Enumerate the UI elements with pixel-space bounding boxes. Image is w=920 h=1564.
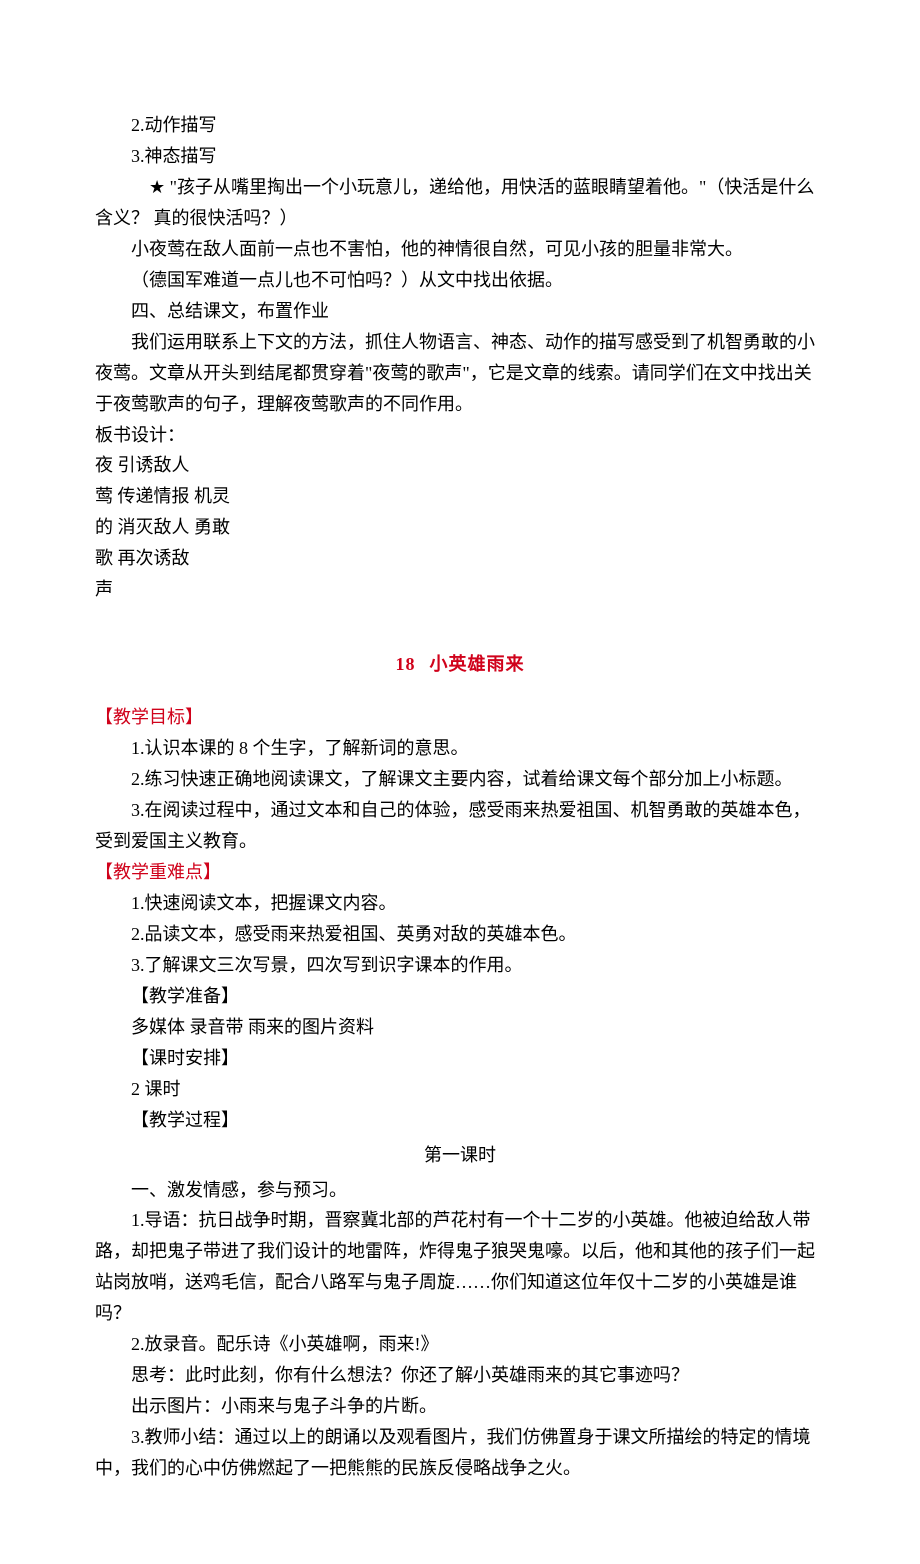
prep-text: 多媒体 录音带 雨来的图片资料 [95, 1012, 825, 1043]
objective-item: 3.在阅读过程中，通过文本和自己的体验，感受雨来热爱祖国、机智勇敢的英雄本色，受… [95, 795, 825, 857]
body-text: 3.神态描写 [95, 141, 825, 172]
body-text: 2.动作描写 [95, 110, 825, 141]
body-text: 思考：此时此刻，你有什么想法？你还了解小英雄雨来的其它事迹吗？ [95, 1360, 825, 1391]
quote-text: "孩子从嘴里掏出一个小玩意儿，递给他，用快活的蓝眼睛望着他。"（快活是什么含义？… [95, 177, 814, 228]
body-text: 3.教师小结：通过以上的朗诵以及观看图片，我们仿佛置身于课文所描绘的特定的情境中… [95, 1422, 825, 1484]
board-line: 歌 再次诱敌 [95, 543, 825, 574]
board-design-title: 板书设计： [95, 420, 825, 451]
document-page: 2.动作描写 3.神态描写 ★ "孩子从嘴里掏出一个小玩意儿，递给他，用快活的蓝… [0, 0, 920, 1564]
section-heading: 一、激发情感，参与预习。 [95, 1175, 825, 1206]
objective-item: 1.认识本课的 8 个生字，了解新词的意思。 [95, 733, 825, 764]
period-title: 第一课时 [95, 1140, 825, 1171]
lesson-number: 18 [396, 654, 416, 674]
board-line: 的 消灭敌人 勇敢 [95, 512, 825, 543]
section-header-schedule: 【课时安排】 [95, 1043, 825, 1074]
lesson-title: 18 小英雄雨来 [95, 649, 825, 680]
section-header-difficulties: 【教学重难点】 [95, 857, 825, 888]
body-text: 1.导语：抗日战争时期，晋察冀北部的芦花村有一个十二岁的小英雄。他被迫给敌人带路… [95, 1205, 825, 1329]
difficulty-item: 3.了解课文三次写景，四次写到识字课本的作用。 [95, 950, 825, 981]
difficulty-item: 2.品读文本，感受雨来热爱祖国、英勇对敌的英雄本色。 [95, 919, 825, 950]
body-text: 出示图片：小雨来与鬼子斗争的片断。 [95, 1391, 825, 1422]
section-header-objectives: 【教学目标】 [95, 702, 825, 733]
board-line: 莺 传递情报 机灵 [95, 481, 825, 512]
body-text: 我们运用联系上下文的方法，抓住人物语言、神态、动作的描写感受到了机智勇敢的小夜莺… [95, 327, 825, 420]
section-header-process: 【教学过程】 [95, 1105, 825, 1136]
body-text: 小夜莺在敌人面前一点也不害怕，他的神情很自然，可见小孩的胆量非常大。 [95, 234, 825, 265]
board-line: 声 [95, 574, 825, 605]
star-marker: ★ [95, 172, 165, 203]
board-line: 夜 引诱敌人 [95, 450, 825, 481]
difficulty-item: 1.快速阅读文本，把握课文内容。 [95, 888, 825, 919]
body-text: 2.放录音。配乐诗《小英雄啊，雨来!》 [95, 1329, 825, 1360]
body-text: （德国军难道一点儿也不可怕吗？）从文中找出依据。 [95, 265, 825, 296]
lesson-name: 小英雄雨来 [430, 654, 525, 674]
section-header-prep: 【教学准备】 [95, 981, 825, 1012]
body-text: ★ "孩子从嘴里掏出一个小玩意儿，递给他，用快活的蓝眼睛望着他。"（快活是什么含… [95, 172, 825, 234]
schedule-text: 2 课时 [95, 1074, 825, 1105]
objective-item: 2.练习快速正确地阅读课文，了解课文主要内容，试着给课文每个部分加上小标题。 [95, 764, 825, 795]
body-text: 四、总结课文，布置作业 [95, 296, 825, 327]
